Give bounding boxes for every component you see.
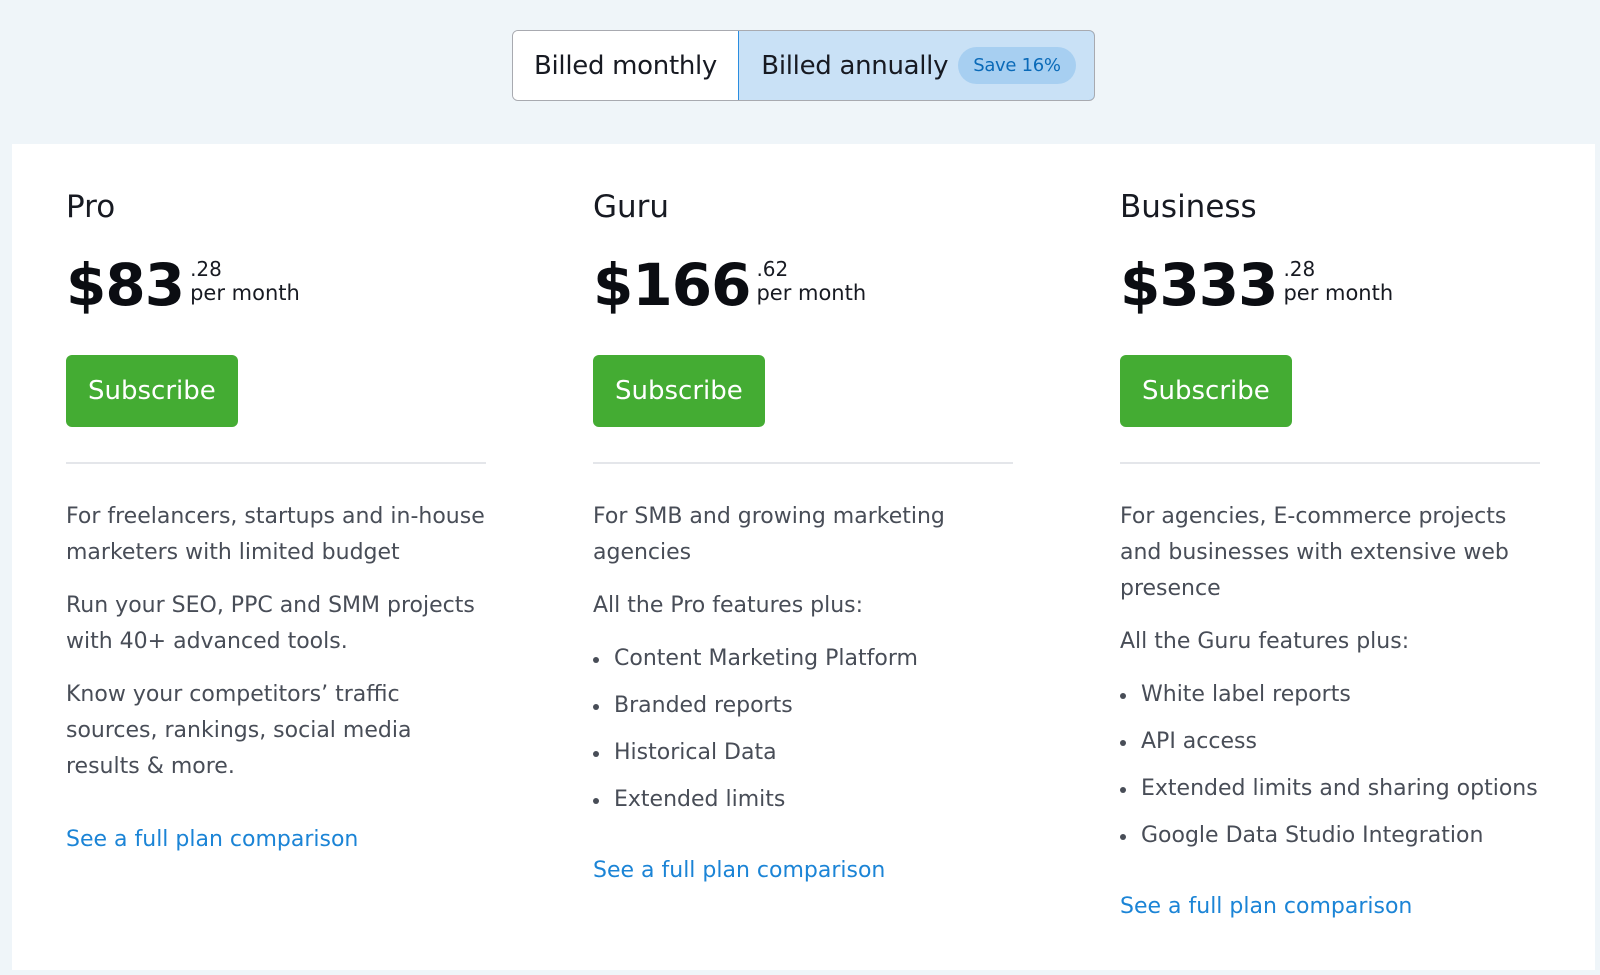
- plan-comparison-link-business[interactable]: See a full plan comparison: [1120, 894, 1412, 919]
- price-whole: $333: [1120, 251, 1278, 319]
- plan-description-text: For freelancers, startups and in-house m…: [66, 504, 485, 565]
- plan-description: For freelancers, startups and in-house m…: [66, 499, 488, 802]
- billing-toggle: Billed monthly Billed annually Save 16%: [512, 30, 1095, 101]
- subscribe-button-pro[interactable]: Subscribe: [66, 355, 238, 427]
- price-whole: $83: [66, 251, 185, 319]
- feature-item: Content Marketing Platform: [593, 641, 1015, 677]
- plan-description-text: For SMB and growing marketing agencies: [593, 504, 945, 565]
- plan-features-intro: All the Pro features plus:: [593, 593, 864, 618]
- feature-list: White label reports API access Extended …: [1120, 677, 1542, 854]
- price-period: per month: [1283, 281, 1394, 305]
- plan-description-text: Know your competitors’ traffic sources, …: [66, 682, 412, 779]
- plan-price: $166 .62 per month: [593, 250, 866, 320]
- plan-price: $333 .28 per month: [1120, 250, 1393, 320]
- feature-item: Historical Data: [593, 735, 1015, 771]
- price-period: per month: [756, 281, 867, 305]
- plan-features-intro: All the Guru features plus:: [1120, 629, 1410, 654]
- plan-comparison-link-pro[interactable]: See a full plan comparison: [66, 827, 358, 852]
- divider: [66, 462, 486, 464]
- plan-name: Guru: [593, 189, 670, 225]
- feature-item: Branded reports: [593, 688, 1015, 724]
- feature-list: Content Marketing Platform Branded repor…: [593, 641, 1015, 818]
- price-cents: .28: [190, 257, 222, 281]
- subscribe-button-business[interactable]: Subscribe: [1120, 355, 1292, 427]
- pricing-panel: Pro $83 .28 per month Subscribe For free…: [12, 144, 1595, 970]
- plan-description: For SMB and growing marketing agencies A…: [593, 499, 1015, 829]
- billed-monthly-label: Billed monthly: [533, 50, 718, 81]
- feature-item: API access: [1120, 724, 1542, 760]
- feature-item: Extended limits: [593, 782, 1015, 818]
- divider: [1120, 462, 1540, 464]
- price-period: per month: [190, 281, 300, 305]
- price-whole: $166: [593, 251, 751, 319]
- price-cents: .62: [756, 257, 789, 281]
- plan-description-text: Run your SEO, PPC and SMM projects with …: [66, 593, 475, 654]
- divider: [593, 462, 1013, 464]
- plan-price: $83 .28 per month: [66, 250, 300, 320]
- feature-item: Extended limits and sharing options: [1120, 771, 1542, 807]
- plan-comparison-link-guru[interactable]: See a full plan comparison: [593, 858, 885, 883]
- plan-name: Business: [1120, 189, 1257, 225]
- plan-card-pro: Pro $83 .28 per month Subscribe For free…: [66, 144, 491, 970]
- plan-card-business: Business $333 .28 per month Subscribe Fo…: [1120, 144, 1545, 970]
- plan-description-text: For agencies, E-commerce projects and bu…: [1120, 504, 1509, 601]
- save-badge: Save 16%: [958, 47, 1076, 84]
- billed-annually-label: Billed annually: [761, 50, 949, 81]
- billed-annually-option[interactable]: Billed annually Save 16%: [738, 31, 1094, 100]
- billed-monthly-option[interactable]: Billed monthly: [513, 31, 738, 100]
- plan-description: For agencies, E-commerce projects and bu…: [1120, 499, 1542, 865]
- feature-item: Google Data Studio Integration: [1120, 818, 1542, 854]
- plan-name: Pro: [66, 189, 116, 225]
- price-cents: .28: [1283, 257, 1316, 281]
- subscribe-button-guru[interactable]: Subscribe: [593, 355, 765, 427]
- plan-card-guru: Guru $166 .62 per month Subscribe For SM…: [593, 144, 1018, 970]
- feature-item: White label reports: [1120, 677, 1542, 713]
